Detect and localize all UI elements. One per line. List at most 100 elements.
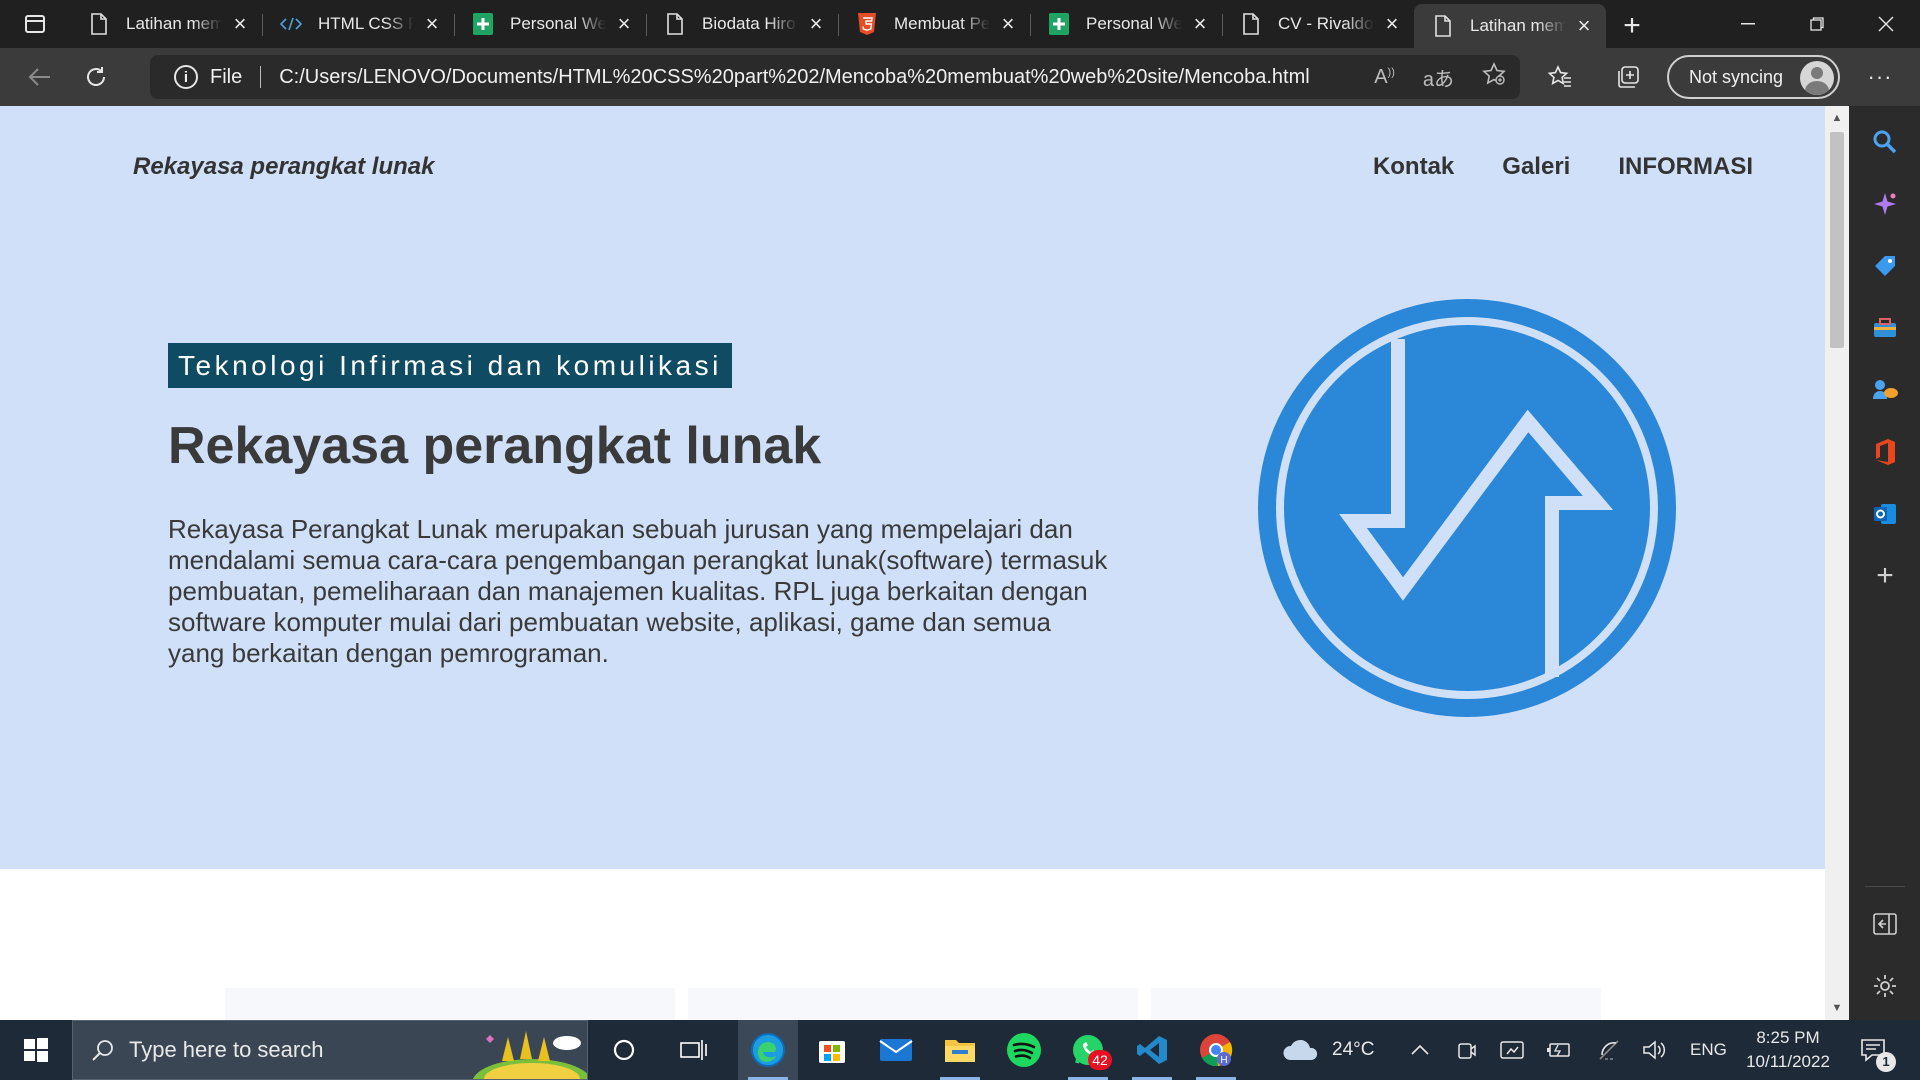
nav-link-kontak[interactable]: Kontak bbox=[1373, 153, 1454, 181]
taskbar-clock[interactable]: 8:25 PM 10/11/2022 bbox=[1738, 1026, 1838, 1074]
address-divider bbox=[260, 66, 262, 88]
volume-icon[interactable] bbox=[1642, 1020, 1666, 1080]
window-controls bbox=[1713, 0, 1920, 48]
svg-text:H: H bbox=[1220, 1055, 1227, 1066]
whatsapp-badge: 42 bbox=[1088, 1050, 1112, 1070]
site-brand[interactable]: Rekayasa perangkat lunak bbox=[133, 153, 435, 181]
add-favorite-icon[interactable] bbox=[1482, 62, 1506, 92]
scroll-down-icon[interactable]: ▼ bbox=[1825, 998, 1849, 1018]
card bbox=[688, 988, 1138, 1020]
scrollbar-thumb[interactable] bbox=[1830, 132, 1844, 348]
cortana-icon[interactable] bbox=[594, 1020, 654, 1080]
close-icon[interactable]: × bbox=[998, 11, 1018, 36]
cloud-icon bbox=[1283, 1039, 1318, 1060]
close-icon[interactable]: × bbox=[422, 11, 442, 36]
battery-icon[interactable] bbox=[1546, 1020, 1572, 1080]
collections-icon[interactable] bbox=[1610, 58, 1646, 96]
sidebar-settings-icon[interactable] bbox=[1867, 968, 1903, 1004]
tab-actions-icon bbox=[25, 15, 45, 33]
outlook-icon[interactable] bbox=[1867, 496, 1903, 532]
weather-temp: 24°C bbox=[1332, 1039, 1375, 1060]
read-aloud-icon[interactable]: A)) bbox=[1374, 66, 1395, 89]
scroll-up-icon[interactable]: ▲ bbox=[1825, 108, 1849, 128]
close-icon[interactable]: × bbox=[1574, 13, 1594, 38]
search-icon bbox=[92, 1040, 113, 1061]
rpl-logo-icon bbox=[1258, 299, 1676, 717]
tab-2[interactable]: HTML CSS Part × bbox=[262, 4, 454, 44]
tab-actions-button[interactable] bbox=[0, 0, 70, 48]
info-icon[interactable]: i bbox=[174, 65, 198, 89]
notification-count: 1 bbox=[1876, 1052, 1896, 1072]
tab-strip: Latihan membuat × HTML CSS Part × Person… bbox=[0, 0, 1920, 48]
search-placeholder: Type here to search bbox=[129, 1037, 324, 1062]
add-sidebar-app-icon[interactable]: + bbox=[1867, 558, 1903, 594]
meet-now-icon[interactable] bbox=[1456, 1020, 1476, 1080]
file-explorer-icon[interactable] bbox=[930, 1020, 990, 1080]
close-window-button[interactable] bbox=[1851, 0, 1920, 48]
profile-sync-button[interactable]: Not syncing bbox=[1667, 55, 1840, 99]
close-icon[interactable]: × bbox=[614, 11, 634, 36]
url-text[interactable]: C:/Users/LENOVO/Documents/HTML%20CSS%20p… bbox=[279, 66, 1309, 89]
notification-center-icon[interactable]: 1 bbox=[1860, 1020, 1896, 1080]
restore-button[interactable] bbox=[1782, 0, 1851, 48]
hero-section: Rekayasa perangkat lunak Kontak Galeri I… bbox=[0, 106, 1825, 869]
sheets-icon bbox=[472, 13, 494, 35]
more-menu-icon[interactable]: ··· bbox=[1860, 58, 1900, 96]
hide-sidebar-icon[interactable] bbox=[1867, 906, 1903, 942]
mail-icon[interactable] bbox=[866, 1020, 926, 1080]
vscode-icon[interactable] bbox=[1122, 1020, 1182, 1080]
tools-icon[interactable] bbox=[1867, 310, 1903, 346]
hero-title: Rekayasa perangkat lunak bbox=[168, 417, 822, 475]
tab-7[interactable]: CV - Rivaldo × bbox=[1222, 4, 1414, 44]
search-highlight-icon bbox=[472, 1031, 587, 1079]
close-icon[interactable]: × bbox=[230, 11, 250, 36]
tab-6[interactable]: Personal Website × bbox=[1030, 4, 1222, 44]
tab-4[interactable]: Biodata Hiro × bbox=[646, 4, 838, 44]
address-tools: A)) aあ bbox=[1374, 62, 1506, 92]
tab-label: CV - Rivaldo bbox=[1278, 14, 1374, 33]
screen-capture-icon[interactable] bbox=[1500, 1020, 1526, 1080]
nav-link-galeri[interactable]: Galeri bbox=[1502, 153, 1570, 181]
tab-8-active[interactable]: Latihan membuat × bbox=[1414, 4, 1606, 48]
wifi-icon[interactable] bbox=[1598, 1020, 1622, 1080]
shopping-tag-icon[interactable] bbox=[1867, 248, 1903, 284]
translate-icon[interactable]: aあ bbox=[1423, 63, 1454, 92]
taskbar-edge-icon[interactable] bbox=[738, 1020, 798, 1080]
start-button[interactable] bbox=[0, 1020, 72, 1080]
page-scrollbar[interactable]: ▲ ▼ bbox=[1825, 106, 1849, 1020]
minimize-button[interactable] bbox=[1713, 0, 1782, 48]
nav-link-informasi[interactable]: INFORMASI bbox=[1618, 153, 1753, 181]
chrome-icon[interactable]: H bbox=[1186, 1020, 1246, 1080]
tab-1[interactable]: Latihan membuat × bbox=[70, 4, 262, 44]
tab-label: Latihan membuat bbox=[126, 14, 222, 33]
task-view-icon[interactable] bbox=[664, 1020, 724, 1080]
clock-time: 8:25 PM bbox=[1756, 1028, 1820, 1047]
spotify-icon[interactable] bbox=[994, 1020, 1054, 1080]
favorites-icon[interactable] bbox=[1542, 58, 1578, 96]
microsoft-store-icon[interactable] bbox=[802, 1020, 862, 1080]
back-button[interactable] bbox=[14, 55, 66, 99]
games-icon[interactable] bbox=[1867, 372, 1903, 408]
sync-label: Not syncing bbox=[1689, 66, 1784, 87]
tray-overflow-icon[interactable] bbox=[1410, 1020, 1430, 1080]
tab-5[interactable]: Membuat Personal × bbox=[838, 4, 1030, 44]
close-icon[interactable]: × bbox=[806, 11, 826, 36]
weather-widget[interactable]: 24°C bbox=[1282, 1020, 1374, 1080]
close-icon[interactable]: × bbox=[1382, 11, 1402, 36]
tab-3[interactable]: Personal Website × bbox=[454, 4, 646, 44]
language-indicator[interactable]: ENG bbox=[1690, 1020, 1727, 1080]
whatsapp-icon[interactable]: 42 bbox=[1058, 1020, 1118, 1080]
card-row bbox=[225, 988, 1601, 1020]
discover-icon[interactable] bbox=[1867, 186, 1903, 222]
new-tab-button[interactable]: + bbox=[1606, 4, 1658, 48]
clock-date: 10/11/2022 bbox=[1746, 1052, 1830, 1071]
tab-label: Personal Website bbox=[1086, 14, 1182, 33]
page-icon bbox=[664, 13, 686, 35]
close-icon[interactable]: × bbox=[1190, 11, 1210, 36]
address-bar[interactable]: i File C:/Users/LENOVO/Documents/HTML%20… bbox=[150, 55, 1520, 99]
search-icon[interactable] bbox=[1867, 124, 1903, 160]
office-icon[interactable] bbox=[1867, 434, 1903, 470]
reload-button[interactable] bbox=[70, 55, 122, 99]
taskbar-search-input[interactable]: Type here to search bbox=[72, 1020, 588, 1080]
scheme-label: File bbox=[210, 65, 243, 88]
